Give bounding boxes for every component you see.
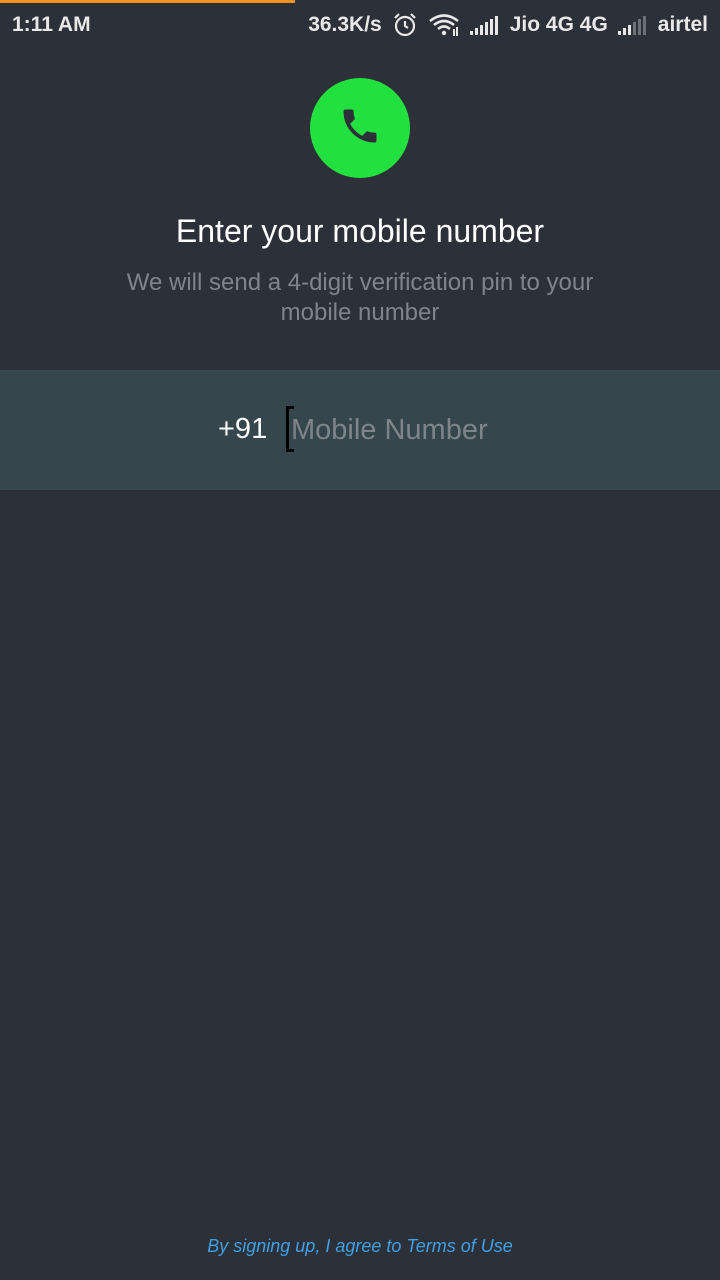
status-time: 1:11 AM xyxy=(12,13,91,36)
alarm-icon xyxy=(392,12,418,38)
mobile-number-input[interactable] xyxy=(291,408,621,452)
status-indicators: 36.3K/s Jio 4G 4G airtel xyxy=(308,10,708,40)
phone-icon xyxy=(338,104,382,153)
country-code-label[interactable]: +91 xyxy=(218,413,267,446)
carrier-2-label: airtel xyxy=(657,13,708,36)
page-subtitle: We will send a 4-digit verification pin … xyxy=(126,269,594,326)
wifi-icon xyxy=(428,13,460,37)
signal-icon xyxy=(469,15,500,35)
phone-input-row: +91 xyxy=(0,370,720,490)
carrier-1-label: Jio 4G 4G xyxy=(509,13,608,36)
terms-of-use-link[interactable]: By signing up, I agree to Terms of Use xyxy=(0,1236,720,1257)
screen: 1:11 AM 36.3K/s Jio 4G 4G airtel Enter y… xyxy=(0,0,720,1280)
status-bar: 1:11 AM 36.3K/s Jio 4G 4G airtel xyxy=(0,0,720,50)
phone-icon-badge xyxy=(310,78,410,178)
page-title: Enter your mobile number xyxy=(175,213,545,249)
network-speed: 36.3K/s xyxy=(308,13,382,36)
signal-weak-icon xyxy=(617,15,648,35)
